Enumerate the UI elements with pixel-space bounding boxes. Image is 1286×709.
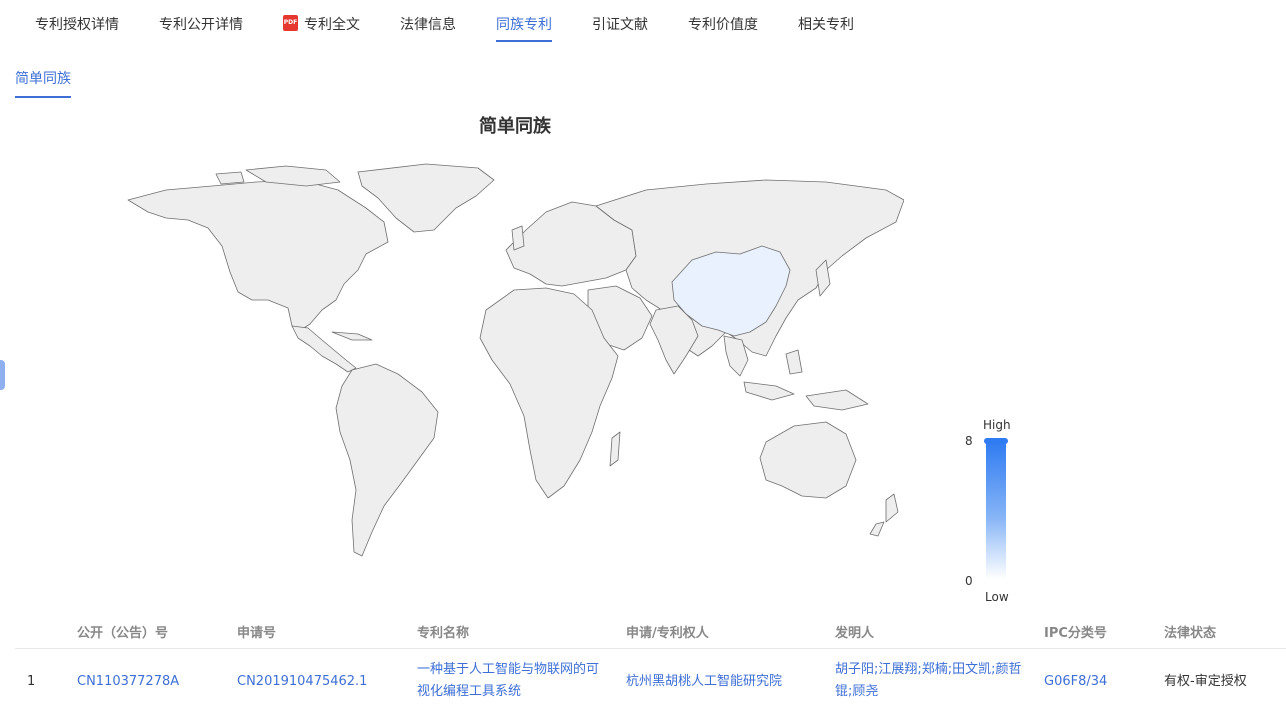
legend-high-label: High	[983, 418, 1011, 432]
tab-publication-details[interactable]: 专利公开详情	[159, 14, 243, 42]
app-no-link[interactable]: CN201910475462.1	[237, 671, 367, 693]
tab-patent-value[interactable]: 专利价值度	[688, 14, 758, 42]
pub-no-link[interactable]: CN110377278A	[77, 671, 179, 693]
world-map	[126, 160, 904, 560]
applicant-link[interactable]: 杭州黑胡桃人工智能研究院	[626, 671, 782, 693]
table-header: 公开（公告）号 申请号 专利名称 申请/专利权人 发明人 IPC分类号 法律状态	[15, 612, 1286, 649]
side-panel-handle[interactable]	[0, 360, 5, 390]
column-header-app-no: 申请号	[237, 622, 276, 641]
column-header-applicant: 申请/专利权人	[626, 622, 709, 641]
tab-grant-details[interactable]: 专利授权详情	[35, 14, 119, 42]
region-new-zealand[interactable]	[870, 494, 898, 536]
inventors-link[interactable]: 胡子阳;江展翔;郑楠;田文凯;颜哲锟;顾尧	[835, 659, 1025, 703]
patent-detail-tabs: 专利授权详情 专利公开详情 PDF 专利全文 法律信息 同族专利 引证文献 专利价…	[0, 0, 1286, 46]
region-madagascar[interactable]	[610, 432, 620, 466]
region-southeast-asia[interactable]	[724, 336, 868, 410]
legend-min-value: 0	[965, 574, 973, 588]
tab-related-patents[interactable]: 相关专利	[798, 14, 854, 42]
tab-citations[interactable]: 引证文献	[592, 14, 648, 42]
legend-color-bar	[986, 441, 1006, 579]
legend-low-label: Low	[985, 590, 1009, 604]
table-row: 1 CN110377278A CN201910475462.1 一种基于人工智能…	[15, 649, 1286, 709]
column-header-pub-no: 公开（公告）号	[77, 622, 168, 641]
subtab-simple-family[interactable]: 简单同族	[15, 68, 71, 98]
patent-title-link[interactable]: 一种基于人工智能与物联网的可视化编程工具系统	[417, 659, 607, 703]
pdf-icon: PDF	[283, 15, 298, 31]
region-south-america[interactable]	[336, 364, 438, 556]
region-arctic-islands[interactable]	[216, 166, 340, 186]
chart-title: 简单同族	[0, 112, 1030, 138]
column-header-title: 专利名称	[417, 622, 469, 641]
column-header-inventors: 发明人	[835, 622, 874, 641]
legend-range-handle[interactable]	[984, 438, 1008, 444]
column-header-ipc: IPC分类号	[1044, 622, 1107, 641]
legend-max-value: 8	[965, 434, 973, 448]
tab-patent-family[interactable]: 同族专利	[496, 14, 552, 42]
region-caribbean[interactable]	[332, 332, 372, 340]
tab-full-text[interactable]: PDF 专利全文	[283, 14, 360, 42]
tab-legal-info[interactable]: 法律信息	[400, 14, 456, 42]
region-north-america[interactable]	[128, 180, 388, 330]
tab-full-text-label: 专利全文	[304, 17, 360, 33]
region-australia[interactable]	[760, 422, 856, 498]
legal-status: 有权-审定授权	[1164, 671, 1247, 693]
row-index: 1	[27, 671, 35, 693]
column-header-legal-status: 法律状态	[1164, 622, 1216, 641]
ipc-link[interactable]: G06F8/34	[1044, 671, 1107, 693]
region-uk[interactable]	[512, 226, 524, 250]
